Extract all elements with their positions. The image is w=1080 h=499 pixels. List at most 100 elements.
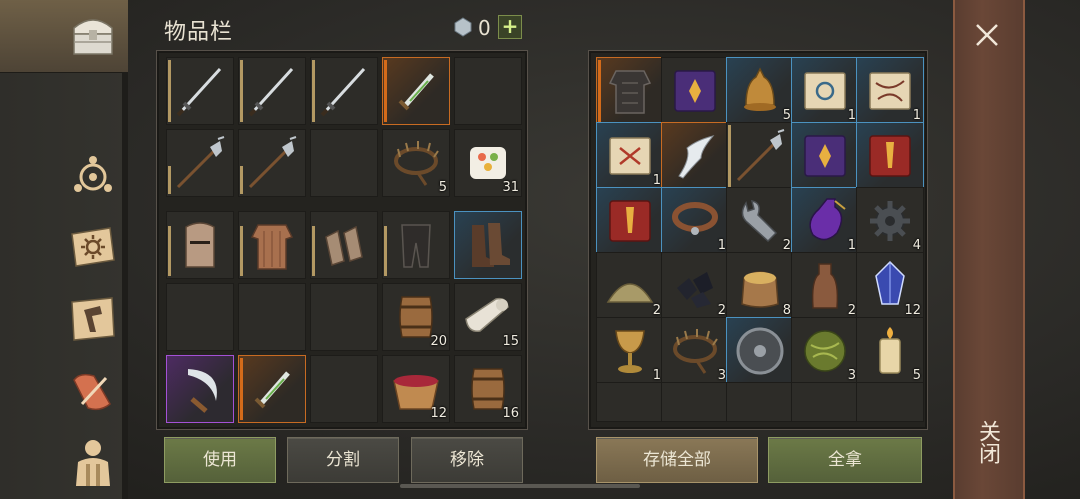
great-helm-icon: [185, 222, 215, 268]
storage-slot[interactable]: 2: [726, 187, 794, 255]
potion-icon: [809, 198, 846, 241]
storage-slot[interactable]: 3: [661, 317, 729, 385]
item-quantity: 8: [782, 303, 791, 318]
chest-icon: [73, 19, 113, 55]
bear-trap-icon: [673, 329, 718, 374]
longsword-icon: [176, 67, 222, 117]
storage-slot[interactable]: 1: [661, 187, 729, 255]
red-book-icon: [609, 200, 651, 242]
inventory-slot[interactable]: 15: [454, 283, 522, 351]
inventory-panel: 5 31 20 15 12 16: [156, 50, 528, 430]
inventory-slot[interactable]: [238, 355, 306, 423]
storage-slot[interactable]: 4: [856, 187, 924, 255]
inventory-slot[interactable]: 12: [382, 355, 450, 423]
round-shield-icon: [736, 327, 784, 375]
storage-slot[interactable]: 3: [791, 317, 859, 385]
inventory-slot[interactable]: [310, 129, 378, 197]
split-button[interactable]: 分割: [287, 437, 399, 483]
inventory-slot[interactable]: [382, 57, 450, 125]
longsword-icon: [320, 67, 366, 117]
curved-blade-icon: [678, 135, 715, 179]
item-quantity: 2: [847, 303, 856, 318]
storage-slot[interactable]: [596, 382, 664, 422]
nav-inventory[interactable]: [64, 6, 122, 64]
wrench-icon: [741, 200, 778, 243]
inventory-slot[interactable]: [238, 211, 306, 279]
storage-slot[interactable]: 1: [856, 57, 924, 125]
item-quantity: 4: [912, 238, 921, 253]
inventory-slot[interactable]: [166, 355, 234, 423]
inventory-slot[interactable]: [166, 129, 234, 197]
sickle-icon: [188, 369, 217, 413]
halberd-icon: [248, 136, 297, 189]
inventory-slot[interactable]: [310, 211, 378, 279]
map-scroll-icon: [869, 72, 911, 110]
storage-slot[interactable]: 2: [661, 252, 729, 320]
inventory-slot[interactable]: [310, 355, 378, 423]
inventory-slot[interactable]: [238, 129, 306, 197]
storage-slot[interactable]: 8: [726, 252, 794, 320]
store-all-button[interactable]: 存储全部: [596, 437, 758, 483]
bottle-icon: [811, 263, 839, 309]
use-button[interactable]: 使用: [164, 437, 276, 483]
storage-slot[interactable]: 1: [791, 57, 859, 125]
storage-slot[interactable]: 1: [596, 122, 664, 190]
nav-skills[interactable]: [64, 146, 122, 204]
inventory-slot[interactable]: 5: [382, 129, 450, 197]
storage-slot[interactable]: [596, 57, 664, 125]
item-quantity: 20: [430, 334, 447, 349]
scrollbar[interactable]: [400, 484, 640, 488]
inventory-slot[interactable]: 31: [454, 129, 522, 197]
storage-slot[interactable]: 5: [856, 317, 924, 385]
item-quantity: 5: [438, 180, 447, 195]
bell-icon: [744, 67, 776, 111]
inventory-slot[interactable]: [166, 211, 234, 279]
inventory-slot[interactable]: [454, 211, 522, 279]
item-quantity: 2: [717, 303, 726, 318]
take-all-button[interactable]: 全拿: [768, 437, 922, 483]
purple-book-icon: [804, 135, 846, 177]
nav-character[interactable]: [64, 432, 122, 490]
storage-slot[interactable]: [791, 122, 859, 190]
storage-slot[interactable]: [596, 187, 664, 255]
storage-slot[interactable]: [791, 382, 859, 422]
bear-trap-icon: [394, 141, 439, 186]
inventory-slot[interactable]: [454, 57, 522, 125]
item-quantity: 5: [912, 368, 921, 383]
collar-icon: [672, 202, 718, 235]
nav-crafting[interactable]: [64, 290, 122, 348]
storage-slot[interactable]: 2: [791, 252, 859, 320]
close-icon[interactable]: [970, 18, 1004, 52]
remove-button[interactable]: 移除: [411, 437, 523, 483]
rune-icon: [74, 156, 112, 192]
storage-slot[interactable]: 5: [726, 57, 794, 125]
chainmail-icon: [250, 224, 294, 270]
storage-slot[interactable]: 2: [596, 252, 664, 320]
storage-slot[interactable]: [661, 122, 729, 190]
storage-slot[interactable]: [661, 382, 729, 422]
add-currency-button[interactable]: +: [498, 15, 522, 39]
inventory-slot[interactable]: [238, 283, 306, 351]
inventory-slot[interactable]: 16: [454, 355, 522, 423]
inventory-slot[interactable]: [238, 57, 306, 125]
nav-journal[interactable]: [64, 218, 122, 276]
storage-slot[interactable]: [726, 382, 794, 422]
inventory-slot[interactable]: [310, 57, 378, 125]
storage-slot[interactable]: [856, 382, 924, 422]
inventory-slot[interactable]: [382, 211, 450, 279]
inventory-slot[interactable]: [166, 57, 234, 125]
storage-slot[interactable]: [726, 317, 794, 385]
inventory-slot[interactable]: [166, 283, 234, 351]
storage-slot[interactable]: 12: [856, 252, 924, 320]
gear-icon: [870, 201, 910, 241]
storage-slot[interactable]: 1: [791, 187, 859, 255]
close-label[interactable]: 关闭: [973, 420, 1003, 464]
inventory-slot[interactable]: 20: [382, 283, 450, 351]
storage-slot[interactable]: 1: [596, 317, 664, 385]
storage-slot[interactable]: [856, 122, 924, 190]
storage-slot[interactable]: [726, 122, 794, 190]
boots-icon: [472, 223, 510, 267]
inventory-slot[interactable]: [310, 283, 378, 351]
storage-slot[interactable]: [661, 57, 729, 125]
nav-quests[interactable]: [64, 362, 122, 420]
